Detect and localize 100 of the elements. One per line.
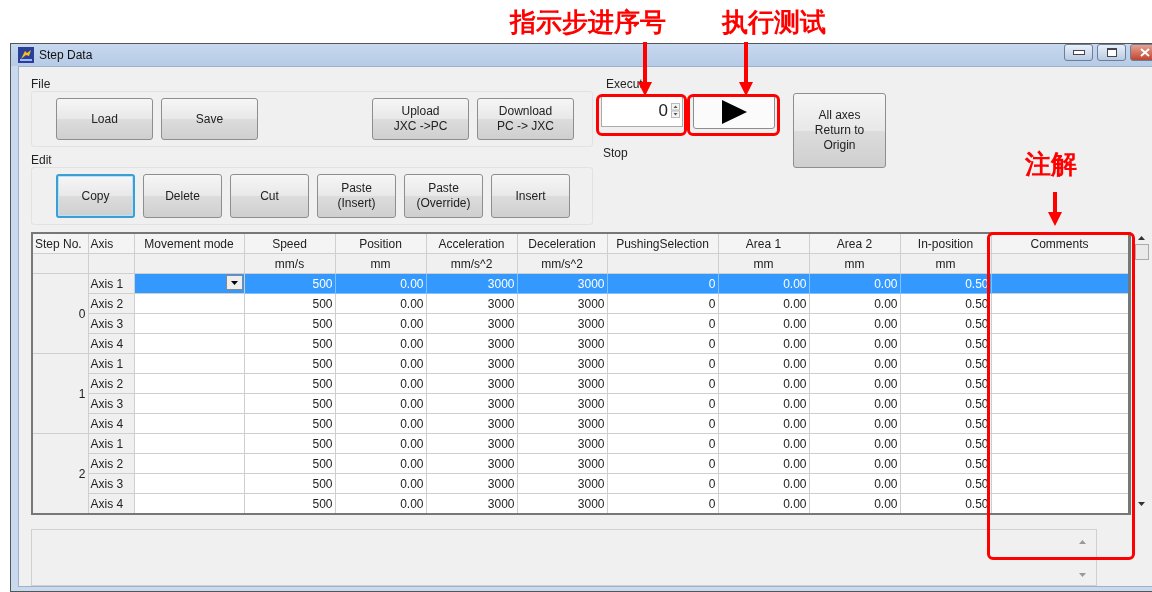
table-cell: 0: [607, 433, 718, 454]
column-header: In-position: [900, 233, 991, 254]
edit-button[interactable]: Copy: [56, 174, 135, 218]
close-button[interactable]: [1130, 43, 1152, 61]
table-cell: 0: [607, 473, 718, 494]
table-cell: 0: [607, 453, 718, 474]
table-cell: 3000: [517, 433, 607, 454]
table-cell: 0.00: [335, 293, 426, 314]
table-cell: 0.00: [809, 373, 900, 394]
table-cell: 0.00: [809, 393, 900, 414]
column-header: Position: [335, 233, 426, 254]
caret-icon: [230, 280, 238, 285]
spin-arrows-icon[interactable]: [671, 103, 680, 118]
scroll-up-icon[interactable]: [1138, 236, 1145, 240]
dropdown-button[interactable]: [225, 275, 243, 290]
table-cell: 0.00: [809, 413, 900, 434]
table-cell: 0.00: [809, 473, 900, 494]
annotation-label: 注解: [1025, 148, 1077, 180]
group-label: Edit: [31, 153, 53, 167]
edit-button[interactable]: Paste (Insert): [317, 174, 396, 218]
file-button[interactable]: Download PC -> JXC: [477, 98, 574, 140]
table-cell: 0.00: [335, 393, 426, 414]
table-cell: 0: [607, 313, 718, 334]
edit-button[interactable]: Cut: [230, 174, 309, 218]
annotation-label: 执行测试: [722, 6, 826, 38]
maximize-button[interactable]: [1097, 43, 1126, 61]
table-cell: 0.00: [335, 413, 426, 434]
table-cell: 0: [607, 413, 718, 434]
table-cell: 500: [244, 413, 335, 434]
table-cell: 3000: [426, 413, 517, 434]
column-header: Axis: [88, 233, 134, 254]
file-button[interactable]: Upload JXC ->PC: [372, 98, 469, 140]
table-cell: 0.00: [335, 453, 426, 474]
table-cell: 3000: [517, 313, 607, 334]
table-cell: 3000: [517, 373, 607, 394]
table-cell: 0.00: [718, 373, 809, 394]
table-cell: 0: [607, 293, 718, 314]
table-cell: 0.00: [718, 293, 809, 314]
return-origin-button[interactable]: All axes Return to Origin: [793, 93, 886, 168]
annotation-arrow: [739, 42, 753, 96]
table-cell: 0.00: [809, 453, 900, 474]
table-cell: 3000: [517, 473, 607, 494]
table-cell: 3000: [517, 453, 607, 474]
table-cell: 0.00: [809, 313, 900, 334]
step-number: 2: [32, 433, 88, 514]
table-cell: 500: [244, 293, 335, 314]
table-cell: 0: [607, 373, 718, 394]
table-cell: 0.00: [718, 393, 809, 414]
edit-button[interactable]: Paste (Override): [404, 174, 483, 218]
table-cell: 0.00: [335, 333, 426, 354]
table-cell: 0.00: [718, 453, 809, 474]
table-cell: 3000: [517, 393, 607, 414]
table-cell: 0.00: [809, 293, 900, 314]
table-cell: 0.00: [718, 413, 809, 434]
table-cell: 0.00: [335, 313, 426, 334]
table-cell: 0.00: [718, 433, 809, 454]
minimize-button[interactable]: [1064, 43, 1093, 61]
table-cell: 3000: [426, 393, 517, 414]
column-header: Step No.: [32, 233, 88, 254]
table-cell: 500: [244, 473, 335, 494]
column-header: Deceleration: [517, 233, 607, 254]
table-cell: 0.00: [809, 333, 900, 354]
column-header: PushingSelection: [607, 233, 718, 254]
file-button[interactable]: Load: [56, 98, 153, 140]
table-cell: 3000: [426, 373, 517, 394]
table-cell: 500: [244, 333, 335, 354]
edit-button[interactable]: Insert: [491, 174, 570, 218]
table-cell: 0: [607, 333, 718, 354]
table-cell: 3000: [426, 353, 517, 374]
mode-cell[interactable]: [134, 353, 244, 374]
table-cell: 3000: [426, 313, 517, 334]
step-number: 1: [32, 353, 88, 434]
window-title: Step Data: [39, 48, 93, 62]
mode-cell[interactable]: [134, 433, 244, 454]
table-cell: 0.00: [718, 473, 809, 494]
table-cell: 0: [607, 393, 718, 414]
file-button[interactable]: Save: [161, 98, 258, 140]
table-cell: 0.00: [335, 353, 426, 374]
table-cell: 0.00: [718, 353, 809, 374]
table-cell: 3000: [426, 433, 517, 454]
scroll-down-icon[interactable]: [1138, 502, 1145, 506]
table-cell: 3000: [426, 453, 517, 474]
step-number: 0: [32, 273, 88, 354]
table-cell: 0: [607, 353, 718, 374]
table-cell: 3000: [426, 293, 517, 314]
table-cell: 0.00: [335, 373, 426, 394]
annotation-arrow: [1048, 192, 1062, 226]
table-cell: 500: [244, 353, 335, 374]
table-cell: 0.00: [809, 433, 900, 454]
edit-button[interactable]: Delete: [143, 174, 222, 218]
close-icon: [1140, 47, 1150, 57]
annotation-label: 指示步进序号: [510, 6, 666, 38]
column-header: Area 2: [809, 233, 900, 254]
table-cell: 0.00: [335, 473, 426, 494]
table-cell: 3000: [517, 353, 607, 374]
table-cell: 0.00: [718, 313, 809, 334]
play-icon: [720, 98, 748, 125]
table-cell: 3000: [517, 413, 607, 434]
table-cell: 500: [244, 373, 335, 394]
table-cell: 500: [244, 393, 335, 414]
